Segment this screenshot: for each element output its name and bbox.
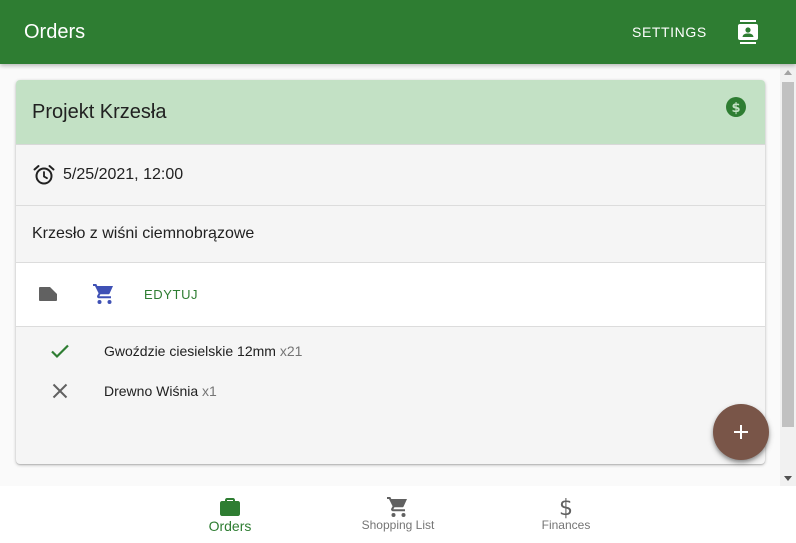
scroll-up-arrow[interactable] bbox=[784, 70, 792, 75]
settings-button[interactable]: SETTINGS bbox=[620, 16, 719, 48]
nav-orders-label: Orders bbox=[208, 518, 252, 534]
order-title: Projekt Krzesła bbox=[32, 101, 167, 123]
order-date: 5/25/2021, 12:00 bbox=[63, 166, 184, 183]
item-quantity: x21 bbox=[279, 343, 303, 359]
item-name: Gwoździe ciesielskie 12mm bbox=[104, 343, 276, 359]
app-bar: Orders SETTINGS bbox=[0, 0, 796, 64]
contact-icon bbox=[738, 20, 758, 44]
order-actions-row: EDYTUJ bbox=[16, 263, 765, 327]
list-item: Gwoździe ciesielskie 12mm x21 bbox=[16, 331, 765, 371]
dollar-icon: $ bbox=[559, 496, 573, 519]
add-order-button[interactable] bbox=[713, 404, 769, 460]
order-card-header: Projekt Krzesła $ bbox=[16, 80, 765, 145]
alarm-clock-icon bbox=[33, 165, 55, 185]
shopping-cart-icon[interactable] bbox=[92, 282, 116, 306]
order-date-row: 5/25/2021, 12:00 bbox=[16, 145, 765, 206]
contact-button[interactable] bbox=[724, 12, 772, 52]
list-item: Drewno Wiśnia x1 bbox=[16, 371, 765, 411]
item-quantity: x1 bbox=[202, 383, 217, 399]
nav-finances-label: Finances bbox=[541, 518, 591, 532]
scroll-down-arrow[interactable] bbox=[784, 476, 792, 481]
edit-button[interactable]: EDYTUJ bbox=[144, 287, 198, 302]
check-icon[interactable] bbox=[48, 339, 72, 363]
nav-shopping-list[interactable]: Shopping List bbox=[314, 486, 482, 543]
scrollbar-thumb[interactable] bbox=[782, 82, 794, 427]
order-description: Krzesło z wiśni ciemnobrązowe bbox=[32, 225, 255, 242]
order-description-row: Krzesło z wiśni ciemnobrązowe bbox=[16, 206, 765, 263]
dollar-circle-icon[interactable]: $ bbox=[726, 97, 746, 117]
scrollbar[interactable] bbox=[780, 64, 796, 486]
item-label: Drewno Wiśnia x1 bbox=[104, 383, 217, 399]
plus-icon bbox=[734, 425, 748, 439]
page-title: Orders bbox=[24, 21, 86, 43]
order-card[interactable]: Projekt Krzesła $ 5/25/2021, 12:00 Krzes… bbox=[16, 80, 765, 464]
item-label: Gwoździe ciesielskie 12mm x21 bbox=[104, 343, 302, 359]
svg-text:$: $ bbox=[559, 496, 573, 519]
nav-finances[interactable]: $ Finances bbox=[482, 486, 650, 543]
close-icon[interactable] bbox=[48, 379, 72, 403]
label-icon[interactable] bbox=[36, 282, 60, 306]
item-name: Drewno Wiśnia bbox=[104, 383, 199, 399]
content-area: Projekt Krzesła $ 5/25/2021, 12:00 Krzes… bbox=[0, 64, 780, 486]
nav-orders[interactable]: Orders bbox=[146, 486, 314, 543]
order-items-list: Gwoździe ciesielskie 12mm x21 Drewno Wiś… bbox=[16, 327, 765, 464]
svg-text:$: $ bbox=[731, 101, 740, 116]
briefcase-icon bbox=[220, 498, 240, 516]
bottom-navigation: Orders Shopping List $ Finances bbox=[0, 486, 796, 543]
nav-shopping-list-label: Shopping List bbox=[361, 518, 435, 532]
cart-icon bbox=[387, 497, 407, 517]
